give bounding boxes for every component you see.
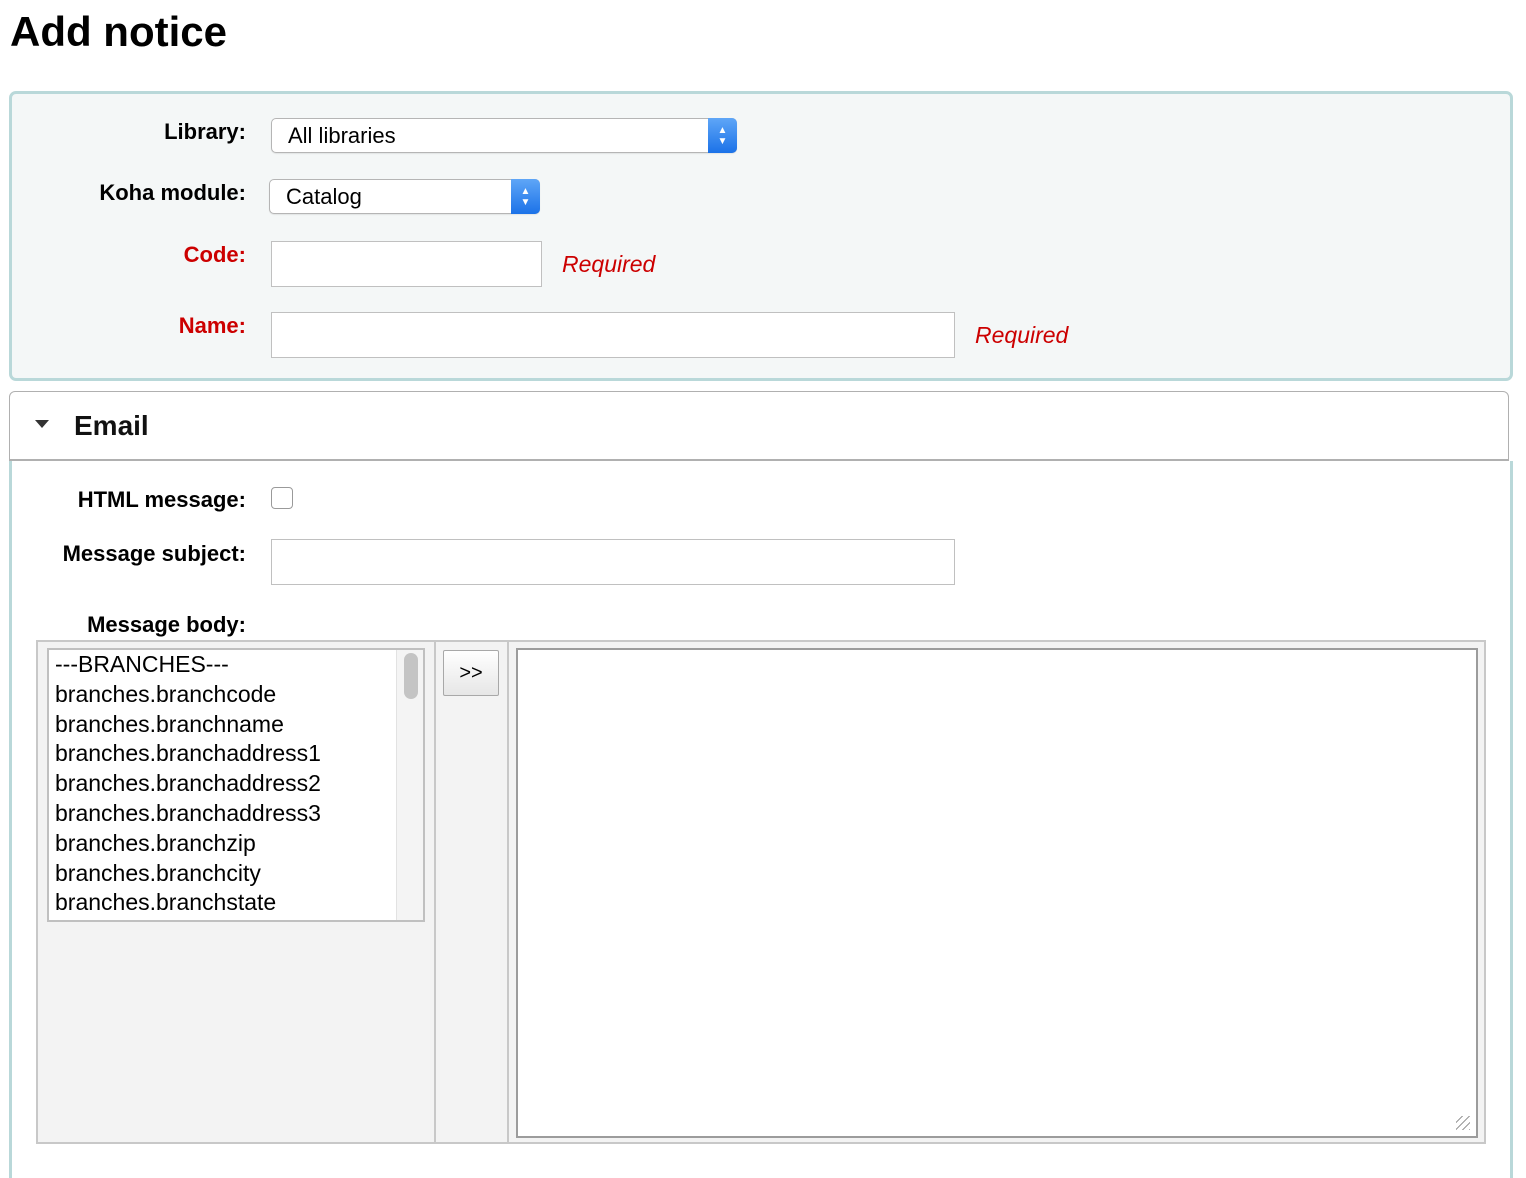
email-section-title: Email	[74, 410, 149, 441]
scrollbar-thumb[interactable]	[404, 653, 418, 699]
name-label: Name:	[178, 313, 246, 338]
library-select-value: All libraries	[288, 123, 396, 148]
field-list-item[interactable]: branches.branchaddress1	[49, 739, 423, 769]
field-list-item[interactable]: branches.branchstate	[49, 888, 423, 918]
select-arrows-icon: ▲ ▼	[511, 179, 540, 214]
library-select[interactable]: All libraries ▲ ▼	[271, 118, 737, 153]
field-list-item[interactable]: branches.branchcity	[49, 859, 423, 889]
select-arrows-icon: ▲ ▼	[708, 118, 737, 153]
email-section-header[interactable]: Email	[9, 391, 1509, 461]
html-message-checkbox[interactable]	[271, 487, 293, 509]
module-select[interactable]: Catalog ▲ ▼	[269, 179, 540, 214]
code-input[interactable]	[271, 241, 542, 287]
page-title: Add notice	[10, 8, 227, 55]
column-divider	[507, 642, 509, 1142]
code-required-note: Required	[562, 251, 656, 277]
column-divider	[434, 642, 436, 1142]
name-input[interactable]	[271, 312, 955, 358]
field-list-item[interactable]: branches.branchzip	[49, 829, 423, 859]
insert-field-button[interactable]: >>	[443, 650, 499, 696]
message-body-editor: ---BRANCHES--- branches.branchcode branc…	[36, 640, 1486, 1144]
field-list-items: ---BRANCHES--- branches.branchcode branc…	[49, 650, 423, 918]
caret-down-icon	[35, 420, 49, 428]
name-required-note: Required	[975, 322, 1069, 348]
field-list-scrollbar[interactable]	[396, 650, 423, 920]
resize-grip-icon[interactable]	[1456, 1116, 1470, 1130]
message-subject-label: Message subject:	[62, 541, 246, 566]
library-label: Library:	[164, 119, 246, 144]
field-list[interactable]: ---BRANCHES--- branches.branchcode branc…	[47, 648, 425, 922]
module-label: Koha module:	[99, 180, 246, 205]
field-list-item[interactable]: branches.branchaddress2	[49, 769, 423, 799]
field-list-item[interactable]: branches.branchaddress3	[49, 799, 423, 829]
field-list-item[interactable]: branches.branchcode	[49, 680, 423, 710]
field-list-item[interactable]: branches.branchname	[49, 710, 423, 740]
field-list-item[interactable]: ---BRANCHES---	[49, 650, 423, 680]
code-label: Code:	[183, 242, 246, 267]
message-body-label: Message body:	[87, 612, 246, 637]
html-message-label: HTML message:	[77, 487, 246, 512]
module-select-value: Catalog	[286, 184, 362, 209]
message-subject-input[interactable]	[271, 539, 955, 585]
message-body-textarea[interactable]	[516, 648, 1478, 1138]
